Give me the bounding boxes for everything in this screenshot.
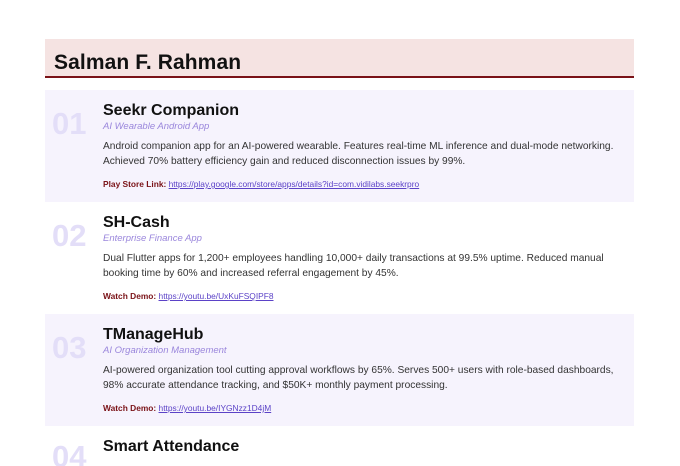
play-store-link[interactable]: https://play.google.com/store/apps/detai… — [169, 179, 420, 189]
demo-video-link[interactable]: https://youtu.be/UxKuFSQIPF8 — [159, 291, 274, 301]
link-label: Play Store Link: — [103, 179, 167, 189]
project-description: Dual Flutter apps for 1,200+ employees h… — [103, 253, 604, 279]
project-card: 02 SH-Cash Enterprise Finance App Dual F… — [45, 202, 634, 314]
project-number: 04 — [52, 439, 87, 466]
project-title: Smart Attendance — [103, 438, 240, 455]
project-card: 04 Smart Attendance — [45, 426, 634, 466]
link-label: Watch Demo: — [103, 403, 157, 413]
demo-video-link[interactable]: https://youtu.be/IYGNzz1D4jM — [159, 403, 272, 413]
project-card: 01 Seekr Companion AI Wearable Android A… — [45, 90, 634, 202]
project-link-row: Play Store Link: https://play.google.com… — [103, 179, 622, 189]
project-title: Seekr Companion — [103, 102, 240, 119]
project-subtitle: AI Wearable Android App — [103, 121, 210, 132]
project-number: 03 — [52, 330, 87, 365]
project-title: SH-Cash — [103, 214, 170, 231]
project-subtitle: Enterprise Finance App — [103, 233, 202, 244]
resume-page: Salman F. Rahman 01 Seekr Companion AI W… — [45, 39, 634, 466]
person-name: Salman F. Rahman — [54, 51, 242, 74]
project-title: TManageHub — [103, 326, 204, 343]
project-link-row: Watch Demo: https://youtu.be/IYGNzz1D4jM — [103, 403, 622, 413]
project-card: 03 TManageHub AI Organization Management… — [45, 314, 634, 426]
project-subtitle: AI Organization Management — [103, 345, 227, 356]
project-number: 01 — [52, 106, 87, 141]
project-link-row: Watch Demo: https://youtu.be/UxKuFSQIPF8 — [103, 291, 622, 301]
project-description: Android companion app for an AI-powered … — [103, 141, 614, 167]
link-label: Watch Demo: — [103, 291, 157, 301]
project-description: AI-powered organization tool cutting app… — [103, 365, 614, 391]
project-number: 02 — [52, 218, 87, 253]
resume-header: Salman F. Rahman — [45, 39, 634, 78]
